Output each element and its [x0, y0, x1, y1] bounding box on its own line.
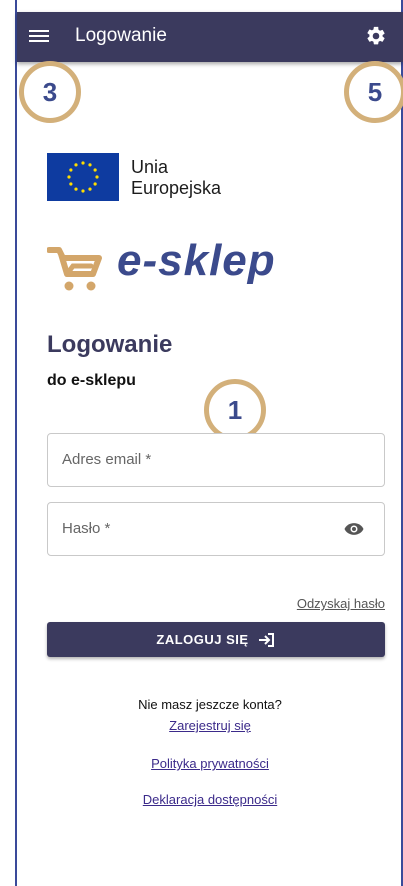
brand-logo: e-sklep [47, 236, 307, 292]
email-placeholder: Adres email * [62, 451, 152, 468]
page-title: Logowanie [47, 331, 173, 358]
app-bar: Logowanie [17, 12, 403, 62]
eu-label: Unia Europejska [131, 157, 281, 199]
login-arrow-icon [258, 632, 274, 647]
cart-icon [47, 247, 102, 291]
eu-star [93, 168, 97, 172]
eu-star [88, 163, 92, 167]
eu-star [81, 189, 85, 193]
password-placeholder: Hasło * [62, 520, 111, 537]
eye-icon[interactable] [344, 521, 364, 537]
eu-star [88, 187, 92, 191]
page-subtitle: do e-sklepu [47, 372, 136, 389]
app-bar-title: Logowanie [75, 25, 167, 46]
eu-star [74, 187, 78, 191]
brand-name: e-sklep [117, 236, 276, 285]
eu-star [93, 182, 97, 186]
accessibility-statement-link[interactable]: Deklaracja dostępności [17, 792, 403, 807]
eu-star [69, 182, 73, 186]
eu-flag-icon [47, 153, 119, 201]
eu-star [95, 175, 99, 179]
eu-star [67, 175, 71, 179]
login-button[interactable]: ZALOGUJ SIĘ [47, 622, 385, 657]
eu-star [69, 168, 73, 172]
login-button-label: ZALOGUJ SIĘ [156, 632, 249, 647]
annotation-badge-settings: 5 [344, 61, 403, 123]
eu-label-line1: Unia [131, 157, 169, 177]
email-field[interactable]: Adres email * [47, 433, 385, 487]
annotation-badge-menu: 3 [19, 61, 81, 123]
password-field[interactable]: Hasło * [47, 502, 385, 556]
eu-star [74, 163, 78, 167]
eu-star [81, 161, 85, 165]
gear-icon[interactable] [365, 25, 387, 47]
register-link[interactable]: Zarejestruj się [17, 718, 403, 733]
hamburger-menu-icon[interactable] [29, 27, 49, 47]
no-account-text: Nie masz jeszcze konta? [138, 697, 282, 712]
annotation-badge-form: 1 [204, 379, 266, 441]
frame-border-left [15, 0, 17, 886]
recover-password-link[interactable]: Odzyskaj hasło [250, 596, 385, 611]
eu-label-line2: Europejska [131, 178, 222, 198]
privacy-policy-link[interactable]: Polityka prywatności [17, 756, 403, 771]
